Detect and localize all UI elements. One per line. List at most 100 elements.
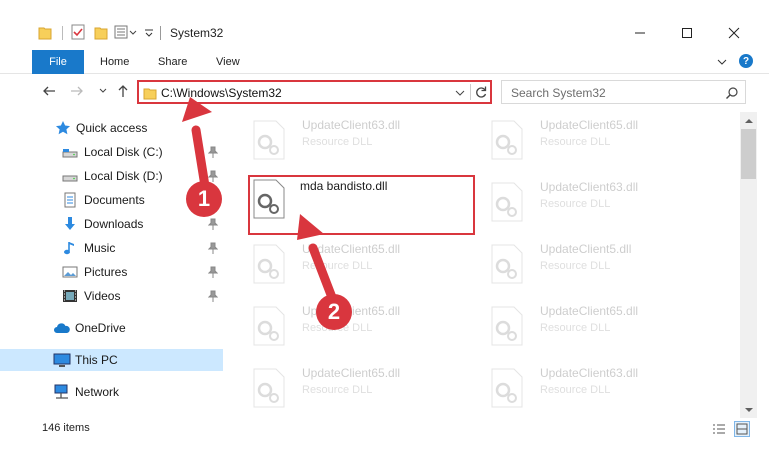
pin-icon[interactable] <box>207 266 219 278</box>
drive-icon <box>62 168 78 184</box>
up-button[interactable] <box>114 82 132 100</box>
file-item[interactable]: UpdateClient65.dll Resource DLL <box>230 236 460 286</box>
ribbon-tabs: File Home Share View ? <box>0 50 769 74</box>
tab-home[interactable]: Home <box>100 50 129 74</box>
chevron-down-icon <box>99 88 107 93</box>
sidebar-item-label: Music <box>84 241 116 255</box>
sidebar-item-network[interactable]: Network <box>0 381 223 403</box>
sidebar-item-videos[interactable]: Videos <box>0 285 223 307</box>
file-name: UpdateClient63.dll <box>540 180 639 194</box>
sidebar-item-this-pc[interactable]: This PC <box>0 349 223 371</box>
address-dropdown-icon[interactable] <box>454 87 466 99</box>
file-item[interactable]: UpdateClient63.dll Resource DLL <box>230 112 460 162</box>
pin-icon[interactable] <box>207 170 219 182</box>
sidebar-item-local-disk-d[interactable]: Local Disk (D:) <box>0 165 223 187</box>
help-button[interactable]: ? <box>739 54 753 68</box>
address-divider <box>470 84 471 100</box>
file-name: UpdateClient63.dll <box>540 366 639 380</box>
minimize-button[interactable] <box>617 20 663 46</box>
address-bar[interactable]: C:\Windows\System32 <box>137 80 492 104</box>
pin-icon[interactable] <box>207 146 219 158</box>
customize-toolbar-icon[interactable] <box>114 24 138 40</box>
sidebar-item-label: Documents <box>84 193 145 207</box>
search-input[interactable]: Search System32 <box>511 86 606 100</box>
forward-button[interactable] <box>68 82 86 100</box>
tab-file[interactable]: File <box>32 50 84 74</box>
file-type: Resource DLL <box>540 322 611 334</box>
expand-ribbon-icon[interactable] <box>715 55 729 69</box>
file-type: Resource DLL <box>540 136 611 148</box>
pin-icon[interactable] <box>207 290 219 302</box>
large-icons-view-icon[interactable] <box>734 421 750 437</box>
sidebar-item-label: This PC <box>75 353 118 367</box>
file-name: UpdateClient5.dll <box>540 242 632 256</box>
toolbar-dropdown-icon[interactable] <box>144 27 154 43</box>
file-item[interactable]: UpdateClient65.dll Resource DLL <box>468 112 698 162</box>
file-item-selected[interactable]: mda bandisto.dll <box>248 175 475 235</box>
pictures-icon <box>62 264 78 280</box>
address-path[interactable]: C:\Windows\System32 <box>161 86 282 100</box>
sidebar-item-label: Network <box>75 385 120 399</box>
network-icon <box>53 384 69 400</box>
dll-file-icon <box>490 120 524 160</box>
file-name: UpdateClient65.dll <box>540 304 639 318</box>
close-icon <box>728 27 740 39</box>
sidebar-item-music[interactable]: Music <box>0 237 223 259</box>
pin-icon[interactable] <box>207 218 219 230</box>
tab-view[interactable]: View <box>216 50 240 74</box>
file-type: Resource DLL <box>302 384 373 396</box>
window-bottom-edge <box>0 440 769 464</box>
details-view-icon[interactable] <box>711 421 727 437</box>
file-type: Resource DLL <box>302 136 373 148</box>
file-item[interactable]: UpdateClient65.dll Resource DLL <box>230 360 460 410</box>
sidebar-item-label: Quick access <box>76 121 148 135</box>
scroll-down-icon[interactable] <box>740 401 757 418</box>
new-folder-icon[interactable] <box>94 24 108 40</box>
sidebar-item-label: Local Disk (D:) <box>84 169 163 183</box>
file-name: UpdateClient65.dll <box>302 366 401 380</box>
sidebar-item-onedrive[interactable]: OneDrive <box>0 317 223 339</box>
close-button[interactable] <box>711 20 757 46</box>
dll-file-icon <box>490 368 524 408</box>
scroll-up-icon[interactable] <box>740 112 757 129</box>
dll-file-icon <box>252 368 286 408</box>
dll-file-icon <box>252 306 286 346</box>
sidebar-item-pictures[interactable]: Pictures <box>0 261 223 283</box>
title-bar: System32 <box>0 0 769 46</box>
tab-share[interactable]: Share <box>158 50 187 74</box>
sidebar-item-label: Downloads <box>84 217 144 231</box>
search-icon[interactable] <box>725 86 739 100</box>
scroll-thumb[interactable] <box>741 129 756 179</box>
sidebar-item-downloads[interactable]: Downloads <box>0 213 223 235</box>
folder-icon[interactable] <box>38 24 52 40</box>
step-1-badge: 1 <box>186 181 222 217</box>
search-box[interactable]: Search System32 <box>501 80 746 104</box>
videos-icon <box>62 288 78 304</box>
back-arrow-icon <box>43 86 55 96</box>
documents-icon <box>62 192 78 208</box>
file-item[interactable]: UpdateClient65.dll Resource DLL <box>468 298 698 348</box>
download-icon <box>62 216 78 232</box>
computer-icon <box>53 352 71 368</box>
file-item[interactable]: UpdateClient5.dll Resource DLL <box>468 236 698 286</box>
file-type: Resource DLL <box>540 260 611 272</box>
sidebar-item-local-disk-c[interactable]: Local Disk (C:) <box>0 141 223 163</box>
drive-icon <box>62 144 78 160</box>
file-name: mda bandisto.dll <box>300 179 388 193</box>
vertical-scrollbar[interactable] <box>740 112 757 418</box>
minimize-icon <box>635 32 645 34</box>
refresh-icon[interactable] <box>474 85 488 99</box>
maximize-button[interactable] <box>664 20 710 46</box>
item-count: 146 items <box>42 422 90 434</box>
up-arrow-icon <box>118 85 128 97</box>
file-item[interactable]: UpdateClient63.dll Resource DLL <box>468 174 698 224</box>
dll-file-icon <box>252 120 286 160</box>
file-list: UpdateClient63.dll Resource DLL UpdateCl… <box>226 112 740 412</box>
properties-icon[interactable] <box>70 24 86 40</box>
sidebar-item-quick-access[interactable]: Quick access <box>0 117 223 139</box>
file-item[interactable]: UpdateClient63.dll Resource DLL <box>468 360 698 410</box>
pin-icon[interactable] <box>207 242 219 254</box>
back-button[interactable] <box>40 82 58 100</box>
recent-locations-button[interactable] <box>94 82 112 100</box>
sidebar-item-label: OneDrive <box>75 321 126 335</box>
